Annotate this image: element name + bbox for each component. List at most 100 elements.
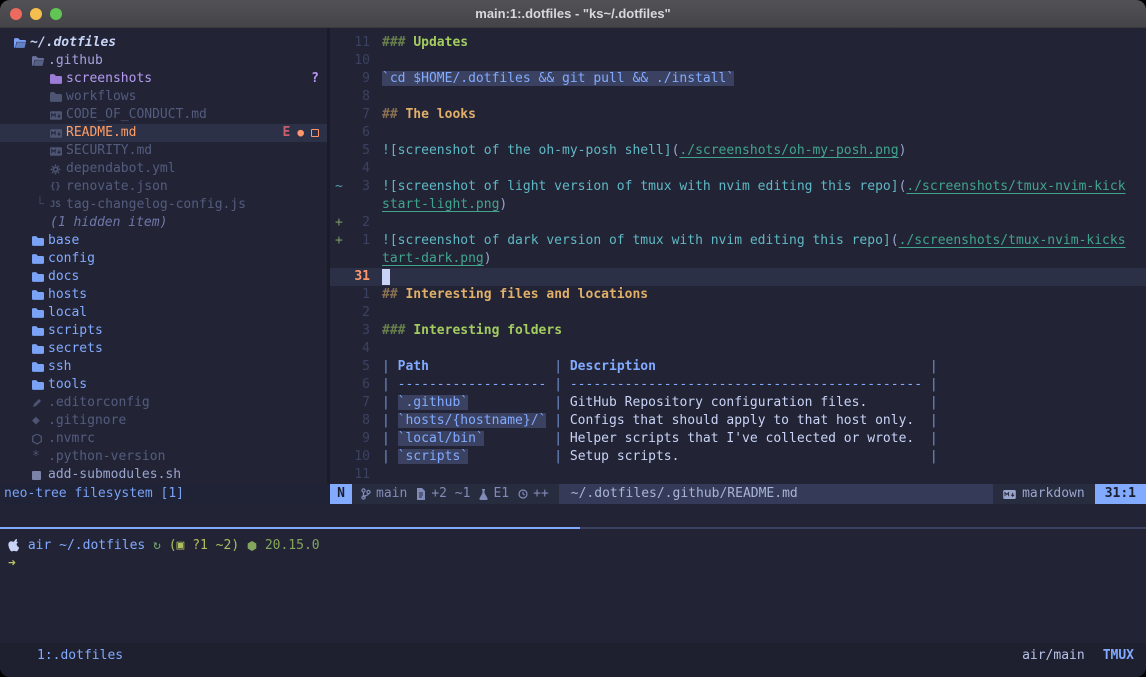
tree-item--dotfiles[interactable]: ~/.dotfiles: [0, 34, 327, 52]
line-number: 8: [344, 88, 370, 106]
line-number: 3: [344, 322, 370, 340]
sign-column: [330, 376, 344, 394]
editor-line[interactable]: 6| ------------------- | ---------------…: [330, 376, 1146, 394]
prompt-input-line[interactable]: ➜: [0, 555, 1146, 573]
editor-line[interactable]: 4: [330, 160, 1146, 178]
line-number: 10: [344, 52, 370, 70]
tree-item-secrets[interactable]: secrets: [0, 340, 327, 358]
tree-item-label: config: [48, 250, 95, 268]
editor-line[interactable]: 7## The looks: [330, 106, 1146, 124]
editor-line[interactable]: 11### Updates: [330, 34, 1146, 52]
editor-line[interactable]: 8 | `hosts/{hostname}/` | Configs that sh…: [330, 412, 1146, 430]
sign-column: [330, 196, 344, 214]
editor-line[interactable]: 11: [330, 466, 1146, 484]
tree-item-local[interactable]: local: [0, 304, 327, 322]
editor-line[interactable]: ~3![screenshot of light version of tmux …: [330, 178, 1146, 196]
tree-item-base[interactable]: base: [0, 232, 327, 250]
tree-item-workflows[interactable]: workflows: [0, 88, 327, 106]
tree-item-docs[interactable]: docs: [0, 268, 327, 286]
tmux-statusbar: 1:.dotfiles air/main TMUX: [0, 643, 1146, 677]
line-number: [344, 250, 370, 268]
tree-item-label: README.md: [66, 124, 136, 142]
line-number: 8: [344, 412, 370, 430]
line-number: 7: [344, 394, 370, 412]
prompt-host: air ~/.dotfiles: [20, 537, 153, 555]
gitsign-change: ~: [330, 178, 344, 196]
tree-item-ssh[interactable]: ssh: [0, 358, 327, 376]
editor-line[interactable]: start-light.png): [330, 196, 1146, 214]
line-text: | `hosts/{hostname}/` | Configs that sho…: [382, 412, 938, 430]
tree-item--python-version[interactable]: *.python-version: [0, 448, 327, 466]
editor-line[interactable]: 5![screenshot of the oh-my-posh shell](.…: [330, 142, 1146, 160]
editor-line[interactable]: +2: [330, 214, 1146, 232]
editor-line[interactable]: 7| `.github` | GitHub Repository configu…: [330, 394, 1146, 412]
editor-line[interactable]: 8: [330, 88, 1146, 106]
tree-item-label: base: [48, 232, 79, 250]
shell-pane[interactable]: air ~/.dotfiles ↻ (▣ ?1 ~2) 20.15.0 ➜: [0, 537, 1146, 573]
line-text: ## The looks: [382, 106, 476, 124]
file-path: ~/.dotfiles/.github/README.md: [559, 484, 993, 504]
tree-item-dependabot-yml[interactable]: dependabot.yml: [0, 160, 327, 178]
tmux-session-info: air/main: [1022, 647, 1085, 665]
editor-line[interactable]: 9`cd $HOME/.dotfiles && git pull && ./in…: [330, 70, 1146, 88]
editor-buffer[interactable]: 11### Updates109`cd $HOME/.dotfiles && g…: [330, 28, 1146, 484]
folder-icon: [32, 344, 48, 354]
tmux-window-label[interactable]: 1:.dotfiles: [37, 647, 123, 665]
line-number: 11: [344, 34, 370, 52]
editor-line[interactable]: +1![screenshot of dark version of tmux w…: [330, 232, 1146, 250]
tree-item-screenshots[interactable]: screenshots?: [0, 70, 327, 88]
editor-line[interactable]: 10: [330, 52, 1146, 70]
modified-marker: ●: [297, 124, 304, 142]
line-text: ![screenshot of dark version of tmux wit…: [382, 232, 1126, 250]
editor-line[interactable]: 2: [330, 304, 1146, 322]
sign-column: [330, 250, 344, 268]
line-text: ![screenshot of the oh-my-posh shell](./…: [382, 142, 906, 160]
neotree-statusline: neo-tree filesystem [1]: [0, 484, 330, 504]
tree-item-readme-md[interactable]: README.mdE●: [0, 124, 327, 142]
editor-line[interactable]: 31: [330, 268, 1146, 286]
line-number: 31: [344, 268, 370, 286]
editor-line[interactable]: 6: [330, 124, 1146, 142]
editor-line[interactable]: 9| `local/bin` | Helper scripts that I'v…: [330, 430, 1146, 448]
close-button[interactable]: [10, 8, 22, 20]
folder-icon: [32, 362, 48, 372]
tree-item-renovate-json[interactable]: {}renovate.json: [0, 178, 327, 196]
tree-item-label: .python-version: [48, 448, 165, 466]
tree-item-label: scripts: [48, 322, 103, 340]
gitsign-add: +: [330, 214, 344, 232]
tree-item--editorconfig[interactable]: .editorconfig: [0, 394, 327, 412]
tree-item-tag-changelog-config-js[interactable]: └JStag-changelog-config.js: [0, 196, 327, 214]
tree-item-label: local: [48, 304, 87, 322]
editor-line[interactable]: 3### Interesting folders: [330, 322, 1146, 340]
tree-item-tools[interactable]: tools: [0, 376, 327, 394]
tmux-mode-badge: TMUX: [1103, 647, 1134, 665]
tree-item--nvmrc[interactable]: .nvmrc: [0, 430, 327, 448]
tree-item--1-hidden-item-[interactable]: (1 hidden item): [0, 214, 327, 232]
editor-line[interactable]: 5| Path | Description |: [330, 358, 1146, 376]
editor-line[interactable]: 4: [330, 340, 1146, 358]
tree-item--github[interactable]: .github: [0, 52, 327, 70]
tree-item-label: ssh: [48, 358, 71, 376]
folder-icon: [32, 326, 48, 336]
tree-item-scripts[interactable]: scripts: [0, 322, 327, 340]
modified-file-icon: [416, 488, 426, 500]
minimize-button[interactable]: [30, 8, 42, 20]
tree-item-label: renovate.json: [66, 178, 168, 196]
tree-item-label: workflows: [66, 88, 136, 106]
mode-indicator: N: [330, 484, 352, 504]
tree-item-security-md[interactable]: SECURITY.md: [0, 142, 327, 160]
tree-item-code-of-conduct-md[interactable]: CODE_OF_CONDUCT.md: [0, 106, 327, 124]
tree-item-add-submodules-sh[interactable]: add-submodules.sh: [0, 466, 327, 484]
editor-line[interactable]: 10| `scripts` | Setup scripts. |: [330, 448, 1146, 466]
sign-column: [330, 358, 344, 376]
tree-item-hosts[interactable]: hosts: [0, 286, 327, 304]
git-status-segment: (▣ ?1 ~2): [161, 537, 247, 555]
tmux-pane-divider[interactable]: [0, 527, 1146, 529]
maximize-button[interactable]: [50, 8, 62, 20]
tree-item--gitignore[interactable]: ◆.gitignore: [0, 412, 327, 430]
git-sync-icon: ↻: [153, 537, 161, 555]
editor-line[interactable]: tart-dark.png): [330, 250, 1146, 268]
tree-item-config[interactable]: config: [0, 250, 327, 268]
editor-line[interactable]: 1## Interesting files and locations: [330, 286, 1146, 304]
file-md-icon: [50, 147, 66, 156]
